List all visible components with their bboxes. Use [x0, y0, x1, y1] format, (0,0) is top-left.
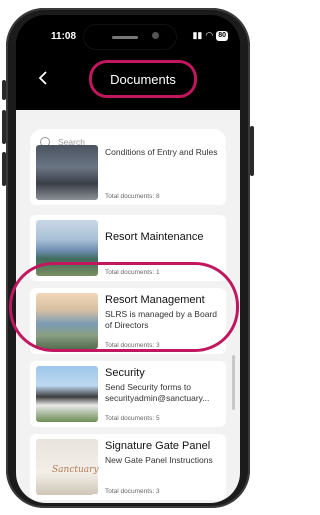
- card-description: Conditions of Entry and Rules: [105, 147, 218, 157]
- status-icons: ▮▮ ◠ 80: [192, 30, 228, 41]
- back-button[interactable]: [38, 70, 48, 90]
- gate-sign-photo: Sanctuary: [36, 439, 99, 495]
- document-card-security[interactable]: Security Send Security forms to security…: [30, 361, 226, 427]
- island-camera: [152, 32, 159, 39]
- chevron-left-icon: [38, 71, 47, 85]
- card-count: Total documents: 8: [105, 193, 160, 200]
- volume-down-button: [2, 152, 6, 186]
- signal-icon: ▮▮: [192, 30, 203, 40]
- scrollbar[interactable]: [232, 355, 235, 410]
- card-title: Signature Gate Panel: [105, 440, 211, 452]
- card-title: Resort Maintenance: [105, 231, 204, 243]
- app-screen: 11:08 ▮▮ ◠ 80 Documents Search Condition…: [16, 15, 240, 503]
- gate-sign-lettering: Sanctuary: [52, 465, 99, 475]
- status-time: 11:08: [51, 31, 77, 42]
- card-count: Total documents: 5: [105, 415, 160, 422]
- selection-highlight: [9, 262, 239, 352]
- gym-photo: [36, 145, 98, 200]
- volume-up-button: [2, 110, 6, 144]
- document-card-signature-gate[interactable]: Sanctuary Signature Gate Panel New Gate …: [30, 434, 226, 500]
- house-photo: [36, 366, 98, 422]
- wifi-icon: ◠: [205, 30, 214, 40]
- mute-switch: [2, 80, 6, 100]
- island-speaker: [112, 36, 138, 39]
- title-highlight: Documents: [89, 60, 197, 98]
- card-description: Send Security forms to securityadmin@san…: [105, 382, 210, 403]
- power-button: [250, 126, 254, 176]
- dynamic-island: [84, 25, 176, 49]
- battery-icon: 80: [216, 30, 228, 41]
- card-title: Security: [105, 367, 145, 379]
- app-header: 11:08 ▮▮ ◠ 80 Documents: [16, 15, 240, 110]
- card-description: New Gate Panel Instructions: [105, 455, 213, 465]
- home-indicator[interactable]: [92, 494, 162, 497]
- document-card-conditions[interactable]: Conditions of Entry and Rules Total docu…: [30, 145, 226, 205]
- page-title: Documents: [110, 72, 176, 87]
